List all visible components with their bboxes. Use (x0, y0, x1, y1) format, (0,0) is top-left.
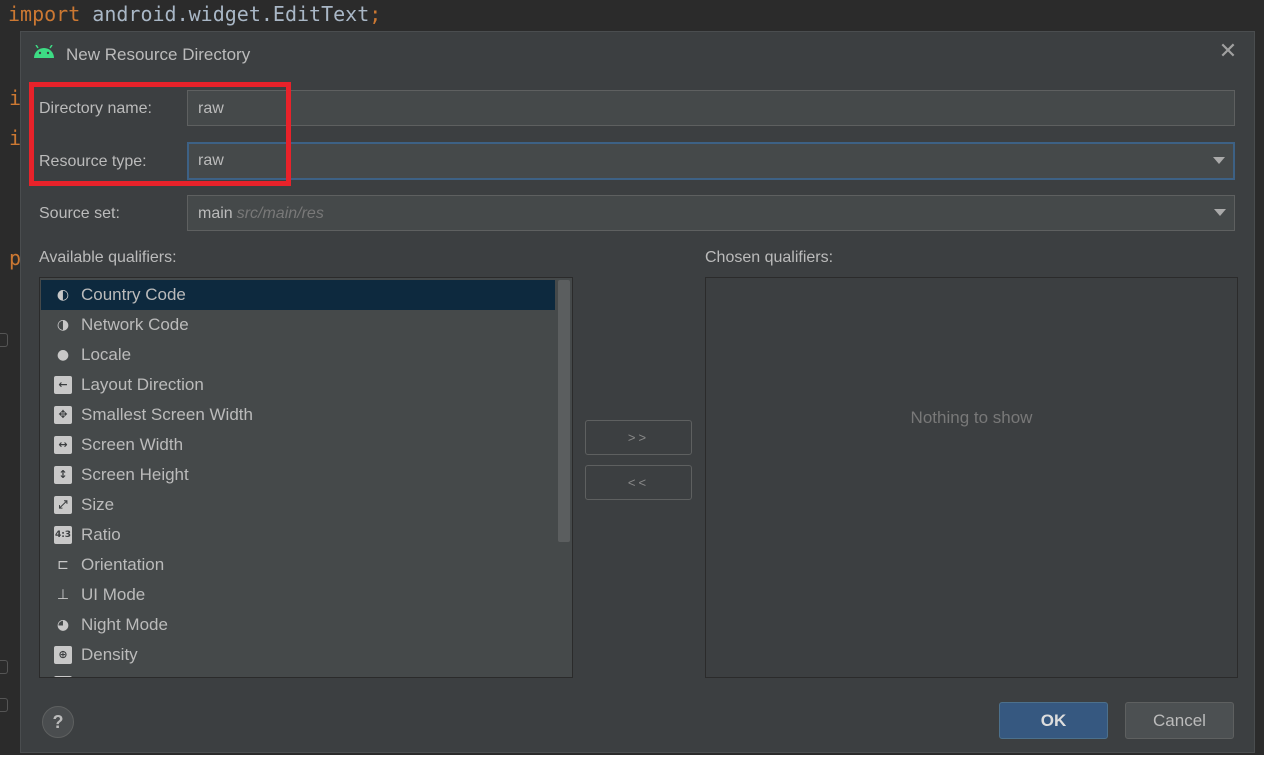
import-keyword: import (8, 2, 81, 26)
ratio-icon: 4:3 (54, 526, 72, 544)
list-item[interactable]: ✥ Smallest Screen Width (41, 400, 555, 430)
code-line-import: import android.widget.EditText; (8, 2, 381, 26)
new-resource-directory-dialog: New Resource Directory ✕ Directory name:… (20, 31, 1255, 753)
list-item[interactable]: 4:3 Ratio (41, 520, 555, 550)
import-path: android.widget.EditText (80, 2, 370, 26)
fold-marker (0, 333, 8, 347)
list-item[interactable]: ◕ Night Mode (41, 610, 555, 640)
available-qualifiers-list[interactable]: ◐ Country Code ◑ Network Code ● Locale ←… (39, 277, 573, 678)
list-item[interactable]: ↔ Screen Width (41, 430, 555, 460)
add-qualifier-button[interactable]: >> (585, 420, 692, 455)
screen-height-icon: ↕ (54, 466, 72, 484)
android-icon (34, 45, 54, 58)
list-item-label: Layout Direction (81, 375, 204, 394)
cancel-button[interactable]: Cancel (1125, 702, 1234, 739)
list-item[interactable]: ● Locale (41, 340, 555, 370)
country-code-icon: ◐ (56, 287, 70, 303)
dialog-title: New Resource Directory (66, 45, 251, 64)
ok-button[interactable]: OK (999, 702, 1108, 739)
list-item-label: Screen Width (81, 435, 184, 454)
empty-state-text: Nothing to show (910, 408, 1033, 427)
source-set-select[interactable]: main src/main/res (187, 195, 1235, 231)
orientation-icon: ⊏ (57, 557, 69, 573)
remove-qualifier-button[interactable]: << (585, 465, 692, 500)
available-qualifiers-label: Available qualifiers: (39, 249, 177, 266)
network-code-icon: ◑ (56, 317, 70, 333)
list-item-label: Screen Height (81, 465, 189, 484)
list-item-partial (41, 670, 555, 677)
density-icon: ⊕ (54, 646, 72, 664)
dialog-titlebar: New Resource Directory ✕ (21, 32, 1254, 78)
list-item[interactable]: ⊥ UI Mode (41, 580, 555, 610)
chosen-qualifiers-list[interactable]: Nothing to show (705, 277, 1238, 678)
night-mode-icon: ◕ (56, 617, 70, 633)
chosen-qualifiers-label: Chosen qualifiers: (705, 249, 834, 266)
source-set-path-hint: src/main/res (236, 205, 324, 222)
list-item-label: Size (81, 495, 115, 514)
help-button[interactable]: ? (42, 706, 74, 738)
close-icon[interactable]: ✕ (1218, 41, 1238, 63)
list-item-label: Locale (81, 345, 132, 364)
chevron-down-icon (1213, 157, 1225, 164)
smallest-screen-width-icon: ✥ (54, 406, 72, 424)
chevron-down-icon (1214, 209, 1226, 216)
list-item-label: Density (81, 645, 138, 664)
directory-name-input[interactable]: raw (187, 90, 1235, 126)
list-item[interactable]: ⊕ Density (41, 640, 555, 670)
list-item-label: Ratio (81, 525, 121, 544)
size-icon: ⤢ (54, 496, 72, 514)
screen-width-icon: ↔ (54, 436, 72, 454)
list-item[interactable]: ⤢ Size (41, 490, 555, 520)
fold-marker (0, 698, 8, 712)
list-item-label: Smallest Screen Width (81, 405, 253, 424)
ui-mode-icon: ⊥ (56, 587, 70, 603)
list-item-label: UI Mode (81, 585, 146, 604)
source-set-value: main (198, 205, 233, 222)
list-item[interactable]: ◑ Network Code (41, 310, 555, 340)
list-item-label: Country Code (81, 285, 186, 304)
list-scrollbar[interactable] (558, 280, 570, 542)
list-item-label: Orientation (81, 555, 165, 574)
list-item-label: Night Mode (81, 615, 168, 634)
list-item[interactable]: ⊏ Orientation (41, 550, 555, 580)
import-semicolon: ; (369, 2, 382, 26)
highlight-annotation-box (29, 82, 291, 186)
partial-item-icon (54, 676, 72, 677)
list-item[interactable]: ← Layout Direction (41, 370, 555, 400)
source-set-label: Source set: (39, 205, 120, 222)
list-item[interactable]: ↕ Screen Height (41, 460, 555, 490)
list-item[interactable]: ◐ Country Code (41, 280, 555, 310)
list-item-label: Network Code (81, 315, 189, 334)
locale-icon: ● (56, 347, 70, 363)
layout-direction-icon: ← (54, 376, 72, 394)
resource-type-select[interactable]: raw (187, 142, 1235, 180)
fold-marker (0, 660, 8, 674)
